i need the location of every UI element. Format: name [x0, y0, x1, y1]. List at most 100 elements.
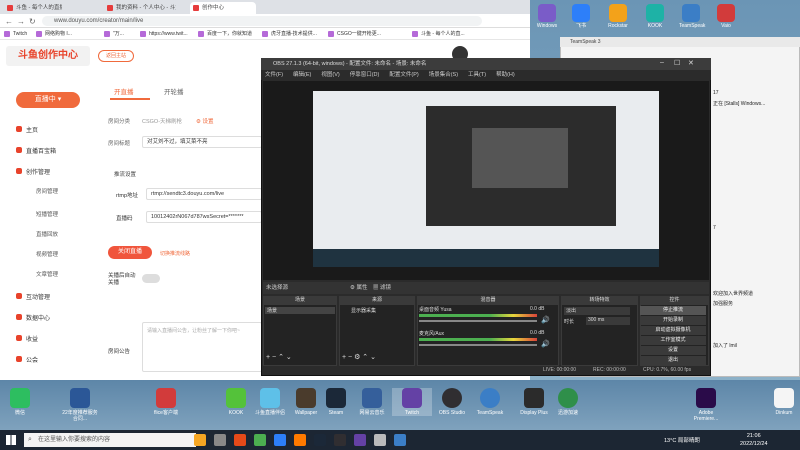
taskbar-search-input[interactable]: 在这里输入你要搜索的内容: [24, 433, 196, 447]
desktop-icon[interactable]: 迅游加速: [548, 388, 588, 416]
sidebar-subitem-short[interactable]: 短播管理: [36, 210, 58, 218]
browser-tab-1[interactable]: 斗鱼 - 每个人的直播平台: [4, 2, 62, 14]
bookmark-item[interactable]: CSGO一键开枪更...: [328, 30, 381, 38]
live-status-button[interactable]: 直播中 ▾: [16, 92, 80, 108]
menu-edit[interactable]: 编辑(E): [293, 72, 311, 78]
duration-input[interactable]: 300 ms: [586, 317, 630, 325]
back-to-main-button[interactable]: 返回主站: [98, 50, 134, 62]
desktop-icon[interactable]: TeamSpeak: [679, 4, 705, 29]
source-add-remove-icons[interactable]: + − ⚙ ⌃ ⌄: [342, 353, 376, 361]
bookmark-item[interactable]: 虎牙直播-技术提供...: [262, 30, 317, 38]
desktop-icon[interactable]: Twitch: [392, 388, 432, 416]
taskbar-app-icon[interactable]: [254, 434, 266, 446]
close-icon[interactable]: ✕: [688, 59, 694, 67]
desktop-icon[interactable]: Windows: [535, 4, 559, 29]
sidebar-item-home[interactable]: 主页: [26, 125, 38, 134]
stop-streaming-button[interactable]: 停止推流: [640, 306, 706, 315]
notice-textarea[interactable]: 请输入直播间公告，让粉丝了解一下你吧~: [142, 322, 262, 372]
scene-add-remove-icons[interactable]: + − ⌃ ⌄: [266, 353, 292, 361]
mixer-volume-slider[interactable]: [419, 320, 537, 322]
desktop-icon[interactable]: Adobe Premiere...: [686, 388, 726, 422]
tab-loop[interactable]: 开轮播: [164, 86, 184, 96]
sidebar-item-interaction[interactable]: 互动管理: [26, 292, 50, 301]
switch-line-link[interactable]: 切换推流线路: [160, 250, 190, 257]
desktop-icon[interactable]: 飞书: [569, 4, 593, 29]
exit-button[interactable]: 退出: [640, 356, 706, 365]
settings-button[interactable]: 设置: [640, 346, 706, 355]
taskbar-app-icon[interactable]: [234, 434, 246, 446]
browser-tab-2[interactable]: 我的资料 - 个人中心 - 斗鱼: [104, 2, 176, 14]
mixer-volume-slider[interactable]: [419, 344, 537, 346]
forward-arrow-icon[interactable]: →: [17, 17, 25, 26]
desktop-icon[interactable]: KOOK: [643, 4, 667, 29]
sidebar-item-income[interactable]: 收益: [26, 334, 38, 343]
desktop-icon[interactable]: Steam: [316, 388, 356, 416]
filters-button[interactable]: ▦ 滤镜: [373, 282, 391, 294]
back-arrow-icon[interactable]: ←: [5, 17, 13, 26]
desktop-icon[interactable]: Vaio: [714, 4, 738, 29]
menu-docks[interactable]: 停靠窗口(D): [350, 72, 380, 78]
taskbar-app-icon[interactable]: [374, 434, 386, 446]
reload-icon[interactable]: ↻: [29, 17, 36, 26]
bookmark-item[interactable]: Twitch: [4, 30, 27, 38]
taskbar-app-icon[interactable]: [394, 434, 406, 446]
desktop-icon[interactable]: 22年度推荐服务合同...: [60, 388, 100, 422]
browser-tab-active[interactable]: 创作中心: [190, 2, 256, 14]
sidebar-subitem-room[interactable]: 房间管理: [36, 187, 58, 195]
transition-select[interactable]: 淡出: [564, 307, 630, 315]
maximize-icon[interactable]: ☐: [674, 59, 680, 67]
desktop-icon[interactable]: 网易云音乐: [352, 388, 392, 416]
sidebar-item-create-manage[interactable]: 创作管理: [26, 167, 50, 176]
menu-file[interactable]: 文件(F): [265, 72, 283, 78]
menu-view[interactable]: 视图(V): [321, 72, 339, 78]
stream-code-field[interactable]: 10012402rN067d787wsSecret=*******: [146, 211, 262, 223]
taskbar-app-icon[interactable]: [334, 434, 346, 446]
menu-scene-collection[interactable]: 场景集合(S): [429, 72, 458, 78]
sidebar-subitem-video[interactable]: 视频管理: [36, 250, 58, 258]
desktop-icon[interactable]: 微信: [0, 388, 40, 416]
bookmark-item[interactable]: 网络购物 I...: [36, 30, 72, 38]
menu-help[interactable]: 帮助(H): [496, 72, 515, 78]
taskbar-app-icon[interactable]: [294, 434, 306, 446]
weather-widget[interactable]: 13°C 局部晴朗: [664, 436, 700, 444]
sidebar-item-guild[interactable]: 公会: [26, 355, 38, 364]
room-category-settings-link[interactable]: ⚙ 设置: [196, 117, 213, 125]
tab-go-live[interactable]: 开直播: [114, 86, 134, 96]
desktop-icon[interactable]: OBS Studio: [432, 388, 472, 416]
speaker-icon[interactable]: 🔊: [541, 340, 550, 348]
close-live-button[interactable]: 关闭直播: [108, 246, 152, 259]
virtual-camera-button[interactable]: 启动虚拟摄像机: [640, 326, 706, 335]
desktop-icon[interactable]: 斗鱼直播伴侣: [250, 388, 290, 416]
taskbar-app-icon[interactable]: [274, 434, 286, 446]
system-clock[interactable]: 21:06 2022/12/24: [740, 432, 768, 448]
bookmark-item[interactable]: "万...: [104, 30, 124, 38]
taskbar-app-icon[interactable]: [194, 434, 206, 446]
taskbar-app-icon[interactable]: [354, 434, 366, 446]
desktop-icon[interactable]: TeamSpeak: [470, 388, 510, 416]
room-title-input[interactable]: 对艾刘不过，填艾菜不亮: [142, 136, 262, 148]
menu-profile[interactable]: 配置文件(P): [389, 72, 418, 78]
speaker-icon[interactable]: 🔊: [541, 316, 550, 324]
windows-start-icon[interactable]: [6, 435, 16, 445]
bookmark-item[interactable]: 斗鱼 - 每个人的直...: [412, 30, 465, 38]
bookmark-item[interactable]: https://www.twit...: [140, 30, 188, 38]
studio-mode-button[interactable]: 工作室模式: [640, 336, 706, 345]
taskbar-app-icon[interactable]: [314, 434, 326, 446]
sidebar-item-toolbox[interactable]: 直播百宝箱: [26, 146, 56, 155]
properties-button[interactable]: ⚙ 属性: [350, 282, 367, 294]
minimize-icon[interactable]: –: [660, 59, 664, 66]
url-field[interactable]: www.douyu.com/creator/main/live: [42, 16, 482, 26]
desktop-icon[interactable]: Rockstar: [606, 4, 630, 29]
scene-item[interactable]: 场景: [265, 307, 335, 314]
source-item[interactable]: 显示器采集: [341, 307, 413, 314]
sidebar-subitem-article[interactable]: 文章管理: [36, 270, 58, 278]
rtmp-address-field[interactable]: rtmp://sendtc3.douyu.com/live: [146, 188, 262, 200]
start-recording-button[interactable]: 开始录制: [640, 316, 706, 325]
menu-tools[interactable]: 工具(T): [468, 72, 486, 78]
sidebar-item-data[interactable]: 数据中心: [26, 313, 50, 322]
sidebar-subitem-replay[interactable]: 直播回放: [36, 230, 58, 238]
auto-close-toggle[interactable]: [142, 274, 160, 283]
desktop-icon[interactable]: flice客户端: [146, 388, 186, 416]
desktop-icon[interactable]: Dinkum: [764, 388, 800, 416]
bookmark-item[interactable]: 百度一下，你就知道: [198, 30, 252, 38]
